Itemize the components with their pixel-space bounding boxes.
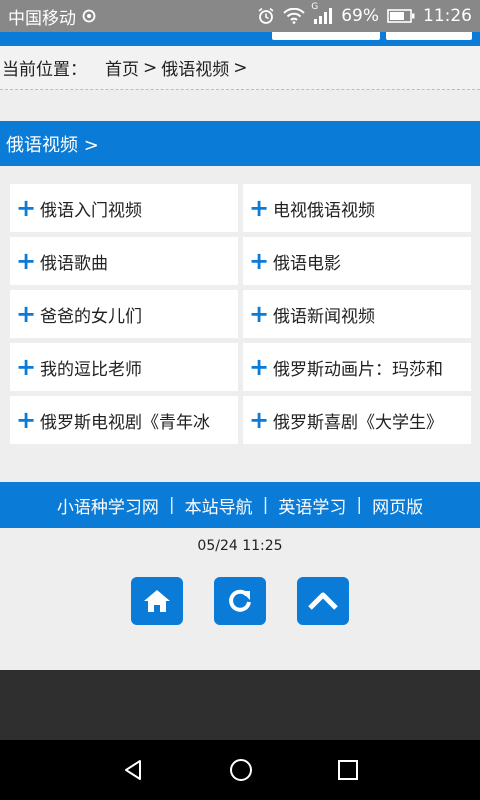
- section-title: 俄语视频 >: [6, 134, 99, 156]
- recents-square-icon[interactable]: [337, 759, 359, 781]
- search-button[interactable]: [386, 32, 472, 40]
- breadcrumb-separator: >: [143, 57, 158, 78]
- battery-icon: [387, 9, 415, 23]
- category-label: 我的逗比老师: [40, 359, 142, 380]
- refresh-button[interactable]: [214, 577, 266, 625]
- category-label: 电视俄语视频: [273, 200, 375, 221]
- category-item[interactable]: + 俄罗斯动画片：玛莎和: [243, 343, 471, 391]
- footer-link-desktop[interactable]: 网页版: [372, 493, 423, 518]
- plus-icon: +: [249, 300, 270, 328]
- category-label: 俄罗斯电视剧《青年冰: [40, 412, 210, 433]
- breadcrumb-current-link[interactable]: 俄语视频: [161, 55, 229, 80]
- plus-icon: +: [16, 247, 37, 275]
- home-circle-icon[interactable]: [228, 757, 254, 783]
- category-item[interactable]: + 俄语电影: [243, 237, 471, 285]
- carrier-name: 中国移动: [8, 8, 76, 29]
- clock: 11:26: [423, 6, 472, 26]
- footer-link-english[interactable]: 英语学习: [278, 493, 346, 518]
- footer-link-site[interactable]: 小语种学习网: [57, 493, 159, 518]
- plus-icon: +: [16, 353, 37, 381]
- plus-icon: +: [16, 300, 37, 328]
- footer-link-sitemap[interactable]: 本站导航: [185, 493, 253, 518]
- category-item[interactable]: + 电视俄语视频: [243, 184, 471, 232]
- plus-icon: +: [249, 247, 270, 275]
- category-label: 俄罗斯动画片：玛莎和: [273, 359, 443, 380]
- system-nav-bar: [0, 740, 480, 800]
- category-label: 爸爸的女儿们: [40, 306, 142, 327]
- plus-icon: +: [249, 353, 270, 381]
- plus-icon: +: [249, 194, 270, 222]
- home-icon: [142, 588, 172, 614]
- page-timestamp: 05/24 11:25: [197, 538, 283, 554]
- category-item[interactable]: + 我的逗比老师: [10, 343, 238, 391]
- category-label: 俄语电影: [273, 253, 341, 274]
- action-buttons: [0, 577, 480, 625]
- category-item[interactable]: + 俄语入门视频: [10, 184, 238, 232]
- alarm-icon: [257, 7, 275, 25]
- category-item[interactable]: + 爸爸的女儿们: [10, 290, 238, 338]
- footer-separator: |: [262, 495, 269, 515]
- plus-icon: +: [16, 406, 37, 434]
- breadcrumb: 当前位置： 首页 > 俄语视频 >: [0, 46, 480, 90]
- category-item[interactable]: + 俄罗斯喜剧《大学生》: [243, 396, 471, 444]
- chevron-up-icon: [307, 591, 339, 611]
- category-label: 俄语歌曲: [40, 253, 108, 274]
- footer-separator: |: [168, 495, 175, 515]
- category-label: 俄语入门视频: [40, 200, 142, 221]
- site-header: [0, 32, 480, 46]
- breadcrumb-separator: >: [233, 57, 248, 78]
- search-input[interactable]: [272, 32, 380, 40]
- plus-icon: +: [16, 194, 37, 222]
- footer-separator: |: [356, 495, 363, 515]
- section-header[interactable]: 俄语视频 >: [0, 121, 480, 166]
- signal-icon: G: [311, 2, 333, 24]
- wifi-icon: [283, 8, 305, 24]
- breadcrumb-home-link[interactable]: 首页: [105, 55, 139, 80]
- category-item[interactable]: + 俄罗斯电视剧《青年冰: [10, 396, 238, 444]
- category-label: 俄罗斯喜剧《大学生》: [273, 412, 443, 433]
- footer-nav: 小语种学习网 | 本站导航 | 英语学习 | 网页版: [0, 482, 480, 528]
- page-bottom-band: [0, 670, 480, 740]
- refresh-icon: [226, 587, 254, 615]
- category-label: 俄语新闻视频: [273, 306, 375, 327]
- status-bar: 中国移动 G 69% 11:26: [0, 0, 480, 32]
- back-to-top-button[interactable]: [297, 577, 349, 625]
- battery-percent: 69%: [341, 6, 379, 26]
- category-item[interactable]: + 俄语歌曲: [10, 237, 238, 285]
- category-grid: + 俄语入门视频 + 电视俄语视频 + 俄语歌曲 + 俄语电影 + 爸爸的女儿们 + 俄语新…: [10, 184, 471, 444]
- network-type: G: [311, 2, 319, 12]
- back-triangle-icon[interactable]: [121, 758, 145, 782]
- breadcrumb-label: 当前位置：: [2, 60, 87, 80]
- plus-icon: +: [249, 406, 270, 434]
- home-button[interactable]: [131, 577, 183, 625]
- category-item[interactable]: + 俄语新闻视频: [243, 290, 471, 338]
- hd-call-icon: [82, 9, 96, 23]
